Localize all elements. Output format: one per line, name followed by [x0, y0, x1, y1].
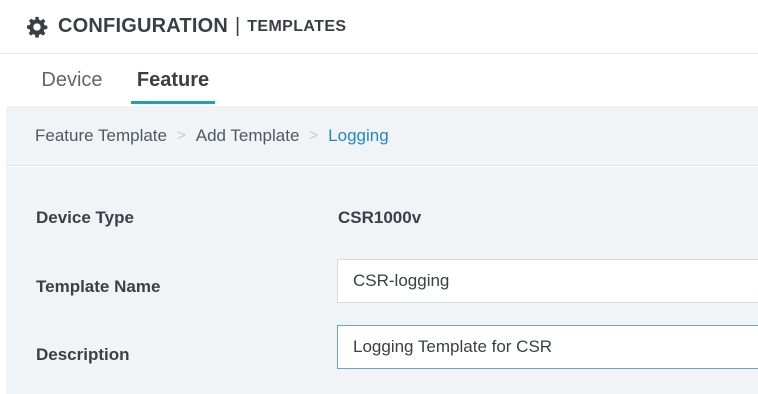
template-name-field[interactable]: [337, 259, 758, 303]
tab-feature[interactable]: Feature: [126, 54, 220, 106]
description-field[interactable]: [337, 325, 758, 369]
tab-bar: Device Feature: [0, 54, 758, 106]
breadcrumb-add-template[interactable]: Add Template: [196, 126, 300, 146]
device-type-label: Device Type: [36, 208, 134, 227]
page-title: CONFIGURATION: [58, 15, 228, 37]
breadcrumb-feature-template[interactable]: Feature Template: [35, 126, 167, 146]
breadcrumb-separator-icon: >: [309, 127, 319, 144]
configuration-page: CONFIGURATION | TEMPLATES Device Feature…: [0, 0, 758, 394]
gear-icon: [26, 16, 48, 38]
device-type-value: CSR1000v: [338, 208, 422, 227]
breadcrumb-separator-icon: >: [176, 127, 186, 144]
breadcrumb: Feature Template > Add Template > Loggin…: [6, 106, 758, 166]
description-label: Description: [36, 345, 130, 364]
page-subtitle: TEMPLATES: [247, 17, 347, 35]
template-name-label: Template Name: [36, 277, 161, 296]
template-form: Device Type CSR1000v Template Name Descr…: [6, 167, 758, 394]
title-separator: |: [235, 15, 241, 37]
breadcrumb-logging: Logging: [328, 125, 389, 145]
page-header: CONFIGURATION | TEMPLATES: [0, 0, 758, 54]
tab-device[interactable]: Device: [26, 54, 118, 106]
